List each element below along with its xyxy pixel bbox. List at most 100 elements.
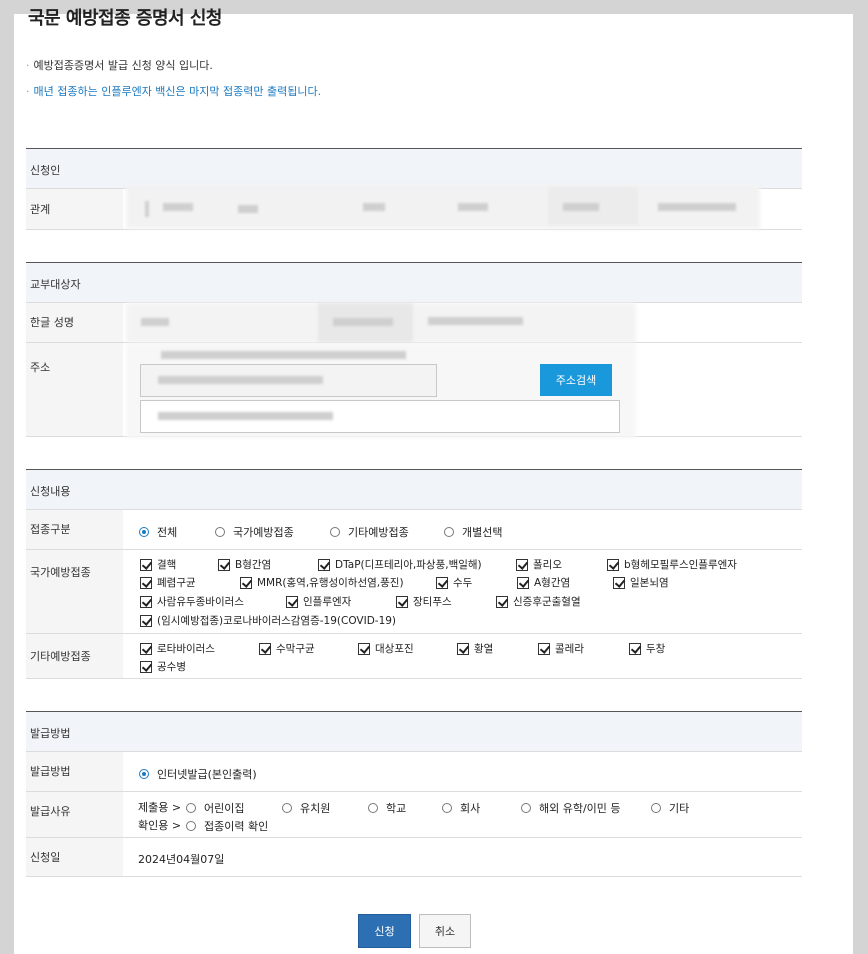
checkbox-box <box>286 595 298 608</box>
checkbox-box <box>436 576 448 589</box>
checkbox-polio[interactable]: 폴리오 <box>516 557 562 572</box>
checkbox-box <box>358 642 370 655</box>
radio-company[interactable]: 회사 <box>442 800 480 816</box>
name-row: 한글 성명 <box>26 302 802 343</box>
redacted-text <box>333 318 393 326</box>
checkbox-box <box>496 595 508 608</box>
radio-circle <box>368 803 378 813</box>
redacted-text <box>658 203 736 211</box>
redacted-address-detail <box>158 412 333 420</box>
other-vaccination-row: 기타예방접종 로타바이러스 수막구균 대상포진 황열 콜레라 두창 공수병 <box>26 633 802 679</box>
redacted-text <box>238 205 258 213</box>
radio-circle <box>282 803 292 813</box>
radio-etc[interactable]: 기타 <box>651 800 689 816</box>
relation-content <box>123 185 802 229</box>
checkbox-smallpox[interactable]: 두창 <box>629 641 665 656</box>
influenza-notice: · 매년 접종하는 인플루엔자 백신은 마지막 접종력만 출력됩니다. <box>26 85 322 98</box>
radio-other[interactable]: 기타예방접종 <box>330 524 409 540</box>
radio-circle <box>651 803 661 813</box>
address-search-button[interactable]: 주소검색 <box>540 364 612 396</box>
checkbox-box <box>517 576 529 589</box>
checkbox-box <box>607 558 619 571</box>
checkbox-varicella[interactable]: 수두 <box>436 575 472 590</box>
checkbox-covid19[interactable]: (임시예방접종)코로나바이러스감염증-19(COVID-19) <box>140 613 396 628</box>
relation-row: 관계 <box>26 185 802 230</box>
radio-all[interactable]: 전체 <box>139 524 177 540</box>
checkbox-box <box>140 642 152 655</box>
checkbox-hfrs[interactable]: 신증후군출혈열 <box>496 594 581 609</box>
checkbox-box <box>318 558 330 571</box>
checkbox-box <box>140 576 152 589</box>
checkbox-pneumococcal[interactable]: 폐렴구균 <box>140 575 196 590</box>
checkbox-box <box>538 642 550 655</box>
checkbox-yellow-fever[interactable]: 황열 <box>457 641 493 656</box>
confirm-use-label: 확인용 > <box>138 819 182 832</box>
checkbox-influenza[interactable]: 인플루엔자 <box>286 594 351 609</box>
checkbox-box <box>259 642 271 655</box>
radio-circle <box>186 803 196 813</box>
radio-circle <box>139 769 149 779</box>
form-description: · 예방접종증명서 발급 신청 양식 입니다. <box>26 59 213 72</box>
checkbox-box <box>140 660 152 673</box>
redacted-text <box>163 203 193 211</box>
checkbox-rotavirus[interactable]: 로타바이러스 <box>140 641 215 656</box>
radio-individual[interactable]: 개별선택 <box>444 524 502 540</box>
radio-circle <box>521 803 531 813</box>
cancel-button[interactable]: 취소 <box>419 914 471 948</box>
radio-school[interactable]: 학교 <box>368 800 406 816</box>
section-recipient-header: 교부대상자 <box>26 262 802 302</box>
issue-reason-row: 발급사유 제출용 > 어린이집 유치원 학교 회사 해외 유학/이민 등 기타 … <box>26 791 802 837</box>
radio-vaccination-history[interactable]: 접종이력 확인 <box>186 818 268 834</box>
section-content-header: 신청내용 <box>26 469 802 509</box>
national-vaccination-label: 국가예방접종 <box>26 550 123 633</box>
redacted-address-text <box>158 376 323 384</box>
submit-button[interactable]: 신청 <box>358 914 411 948</box>
vaccination-type-label: 접종구분 <box>26 510 123 549</box>
radio-national[interactable]: 국가예방접종 <box>215 524 294 540</box>
vaccination-type-options: 전체 국가예방접종 기타예방접종 개별선택 <box>123 510 802 549</box>
redacted-text <box>458 203 488 211</box>
radio-overseas[interactable]: 해외 유학/이민 등 <box>521 800 621 816</box>
checkbox-box <box>516 558 528 571</box>
apply-date-row: 신청일 2024년04월07일 <box>26 837 802 877</box>
apply-date-content: 2024년04월07일 <box>123 838 802 876</box>
checkbox-mmr[interactable]: MMR(홍역,유행성이하선염,풍진) <box>240 575 404 590</box>
checkbox-box <box>240 576 252 589</box>
redacted-id-number <box>428 317 523 325</box>
checkbox-box <box>218 558 230 571</box>
checkbox-box <box>396 595 408 608</box>
checkbox-bcg[interactable]: 결핵 <box>140 557 176 572</box>
checkbox-box <box>140 614 152 627</box>
checkbox-box <box>629 642 641 655</box>
checkbox-hpv[interactable]: 사람유두종바이러스 <box>140 594 244 609</box>
issue-reason-options: 제출용 > 어린이집 유치원 학교 회사 해외 유학/이민 등 기타 확인용 >… <box>123 792 802 837</box>
issue-method-options: 인터넷발급(본인출력) <box>123 752 802 791</box>
checkbox-hib[interactable]: b형헤모필루스인플루엔자 <box>607 557 737 572</box>
radio-circle <box>444 527 454 537</box>
name-content <box>123 303 802 343</box>
other-vaccination-label: 기타예방접종 <box>26 634 123 678</box>
redacted-input-cursor <box>145 201 149 217</box>
submit-use-label: 제출용 > <box>138 801 182 814</box>
checkbox-box <box>457 642 469 655</box>
radio-kindergarten[interactable]: 유치원 <box>282 800 330 816</box>
other-vaccination-options: 로타바이러스 수막구균 대상포진 황열 콜레라 두창 공수병 <box>123 634 802 678</box>
radio-internet-issue[interactable]: 인터넷발급(본인출력) <box>139 766 257 782</box>
checkbox-hepatitis-a[interactable]: A형간염 <box>517 575 570 590</box>
relation-label: 관계 <box>26 189 123 229</box>
address-content: 주소검색 <box>123 343 802 438</box>
national-vaccination-row: 국가예방접종 결핵 B형간염 DTaP(디프테리아,파상풍,백일해) 폴리오 b… <box>26 549 802 633</box>
checkbox-typhoid[interactable]: 장티푸스 <box>396 594 452 609</box>
redacted-text <box>563 203 599 211</box>
checkbox-box <box>613 576 625 589</box>
radio-daycare[interactable]: 어린이집 <box>186 800 244 816</box>
checkbox-rabies[interactable]: 공수병 <box>140 659 186 674</box>
checkbox-japanese-encephalitis[interactable]: 일본뇌염 <box>613 575 669 590</box>
radio-circle <box>186 821 196 831</box>
checkbox-hepatitis-b[interactable]: B형간염 <box>218 557 271 572</box>
checkbox-dtap[interactable]: DTaP(디프테리아,파상풍,백일해) <box>318 557 482 572</box>
checkbox-meningococcal[interactable]: 수막구균 <box>259 641 315 656</box>
redacted-address-hint <box>161 351 406 359</box>
checkbox-cholera[interactable]: 콜레라 <box>538 641 584 656</box>
checkbox-zoster[interactable]: 대상포진 <box>358 641 414 656</box>
